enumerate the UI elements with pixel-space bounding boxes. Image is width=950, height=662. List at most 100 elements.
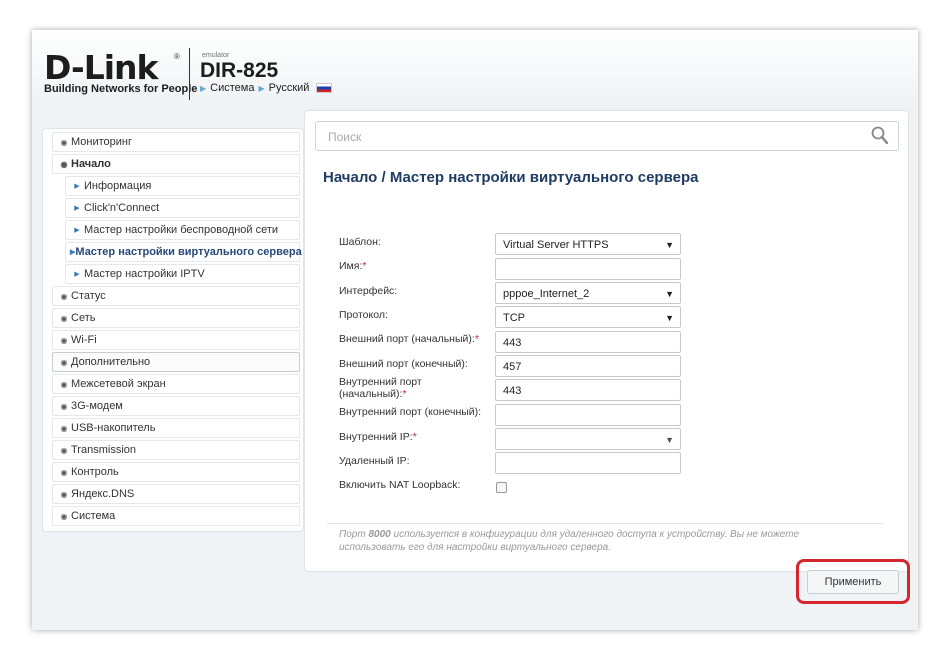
template-select[interactable]: Virtual Server HTTPS ▼ [495,233,681,255]
sidebar-item-usb-storage[interactable]: ◉ USB-накопитель [52,418,300,438]
name-label: Имя:* [339,260,367,272]
sidebar-item-label: Click'n'Connect [84,202,160,214]
sidebar-item-label: Мастер настройки IPTV [84,268,205,280]
sidebar-item-3g-modem[interactable]: ◉ 3G-модем [52,396,300,416]
protocol-value: TCP [503,312,525,324]
sidebar-item-label: 3G-модем [71,400,123,412]
sidebar-item-control[interactable]: ◉ Контроль [52,462,300,482]
name-input[interactable] [495,258,681,280]
sidebar-item-label: Мастер настройки виртуального сервера [75,246,302,258]
template-value: Virtual Server HTTPS [503,239,609,251]
sidebar-item-iptv-wizard[interactable]: ▶ Мастер настройки IPTV [65,264,300,284]
expanded-icon: ◉ [60,159,68,169]
sidebar-item-transmission[interactable]: ◉ Transmission [52,440,300,460]
dropdown-arrow-icon: ▼ [665,240,674,250]
sidebar-item-label: Информация [84,180,152,192]
sidebar-item-wireless-wizard[interactable]: ▶ Мастер настройки беспроводной сети [65,220,300,240]
search-placeholder: Поиск [328,130,362,144]
device-model: DIR-825 [200,59,279,82]
sidebar-item-start[interactable]: ◉ Начало [52,154,300,174]
port-info-note: Порт 8000 используется в конфигурации дл… [339,529,800,553]
collapsed-icon: ◉ [60,379,68,389]
sidebar-item-label: Межсетевой экран [71,378,166,390]
int-port-end-label: Внутренний порт (конечный): [339,406,482,418]
router-web-interface: D-Link ® Building Networks for People em… [32,30,918,630]
logo-tagline: Building Networks for People [44,83,198,95]
chevron-right-icon: ▶ [74,183,80,190]
collapsed-icon: ◉ [60,467,68,477]
sidebar-item-label: Wi-Fi [71,334,97,346]
russian-flag-icon [316,83,333,93]
nat-loopback-label: Включить NAT Loopback: [339,479,461,491]
sidebar-item-label: Дополнительно [71,356,151,368]
interface-select[interactable]: pppoe_Internet_2 ▼ [495,282,681,304]
sidebar-item-label: Мастер настройки беспроводной сети [84,224,279,236]
chevron-right-icon: ▶ [74,271,80,278]
collapsed-icon: ◉ [60,445,68,455]
header: D-Link ® Building Networks for People em… [32,30,918,110]
remote-ip-input[interactable] [495,452,681,474]
sidebar-item-firewall[interactable]: ◉ Межсетевой экран [52,374,300,394]
sidebar-item-yandex-dns[interactable]: ◉ Яндекс.DNS [52,484,300,504]
ext-port-start-label: Внешний порт (начальный):* [339,333,479,345]
language-selector[interactable]: Русский [269,82,310,94]
template-label: Шаблон: [339,236,381,248]
sidebar-item-label: Контроль [71,466,119,478]
collapsed-icon: ◉ [60,401,68,411]
logo-separator [189,48,190,100]
ext-port-end-input[interactable]: 457 [495,355,681,377]
int-ip-label: Внутренний IP:* [339,431,417,443]
search-icon[interactable] [870,125,890,147]
registered-mark: ® [174,52,180,61]
sidebar-item-label: Статус [71,290,106,302]
sidebar-item-label: Система [71,510,116,522]
sidebar-item-label: Сеть [71,312,96,324]
interface-value: pppoe_Internet_2 [503,288,590,300]
divider [327,523,883,524]
sidebar-item-label: Transmission [71,444,136,456]
int-port-start-label: Внутренний порт (начальный):* [339,376,422,400]
emulator-label: emulator [202,52,230,59]
search-input[interactable]: Поиск [315,121,899,151]
ext-port-start-input[interactable]: 443 [495,331,681,353]
sidebar-item-label: Мониторинг [71,136,133,148]
ext-port-end-label: Внешний порт (конечный): [339,358,468,370]
chevron-right-icon: ▶ [74,205,80,212]
nat-loopback-checkbox[interactable] [496,482,507,493]
sidebar-item-label: Начало [71,158,111,170]
apply-button[interactable]: Применить [807,570,899,594]
collapsed-icon: ◉ [60,313,68,323]
int-port-start-input[interactable]: 443 [495,379,681,401]
sidebar-item-label: USB-накопитель [71,422,156,434]
sidebar-item-network[interactable]: ◉ Сеть [52,308,300,328]
system-menu-link[interactable]: Система [210,82,254,94]
dropdown-arrow-icon[interactable]: ▼ [665,434,674,446]
sidebar-item-status[interactable]: ◉ Статус [52,286,300,306]
sidebar-item-system[interactable]: ◉ Система [52,506,300,526]
triangle-right-icon: ▶ [258,83,265,93]
sidebar-item-monitoring[interactable]: ◉ Мониторинг [52,132,300,152]
header-menu: ▶ Система ▶ Русский [200,82,333,94]
collapsed-icon: ◉ [60,511,68,521]
page-title: Начало / Мастер настройки виртуального с… [323,169,699,186]
sidebar-item-advanced[interactable]: ◉ Дополнительно [52,352,300,372]
protocol-select[interactable]: TCP ▼ [495,306,681,328]
main-panel: Поиск Начало / Мастер настройки виртуаль… [304,110,910,604]
protocol-label: Протокол: [339,309,388,321]
sidebar-item-click-n-connect[interactable]: ▶ Click'n'Connect [65,198,300,218]
int-ip-combobox[interactable]: ▼ [495,428,681,450]
sidebar-item-information[interactable]: ▶ Информация [65,176,300,196]
collapsed-icon: ◉ [60,137,68,147]
collapsed-icon: ◉ [60,489,68,499]
remote-ip-label: Удаленный IP: [339,455,410,467]
dlink-logo: D-Link [44,48,158,87]
sidebar-item-virtual-server-wizard[interactable]: ▶ Мастер настройки виртуального сервера [65,242,302,262]
collapsed-icon: ◉ [60,423,68,433]
triangle-right-icon: ▶ [200,83,207,93]
dropdown-arrow-icon: ▼ [665,289,674,299]
collapsed-icon: ◉ [60,357,68,367]
int-port-end-input[interactable] [495,404,681,426]
chevron-right-icon: ▶ [74,227,80,234]
collapsed-icon: ◉ [60,291,68,301]
sidebar-item-wifi[interactable]: ◉ Wi-Fi [52,330,300,350]
